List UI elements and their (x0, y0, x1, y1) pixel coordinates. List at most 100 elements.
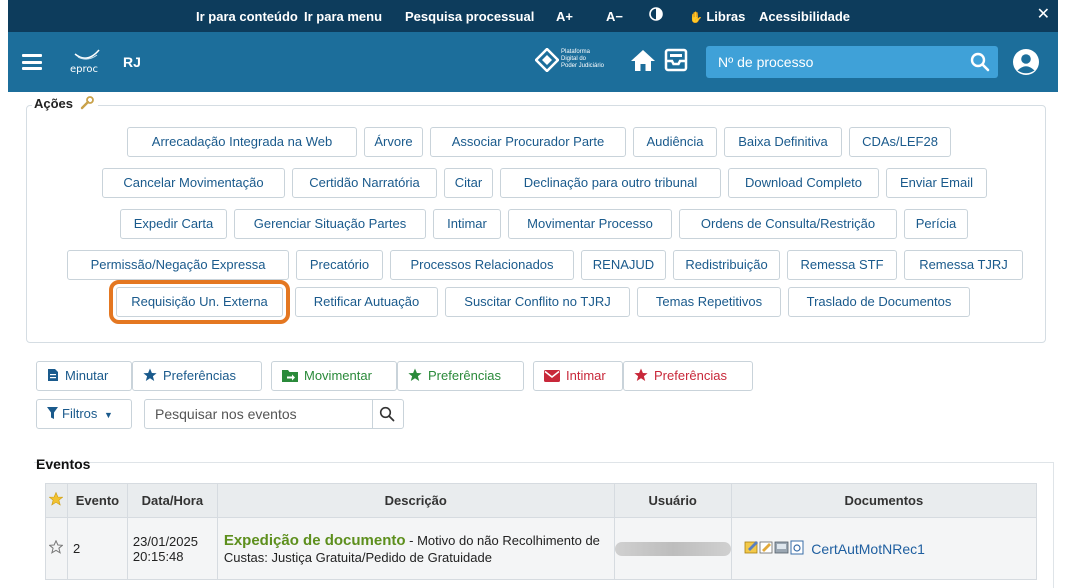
evento-time: 20:15:48 (132, 548, 184, 564)
action-traslado-documentos[interactable]: Traslado de Documentos (788, 287, 970, 317)
eventos-table: Evento Data/Hora Descrição Usuário Docum… (45, 483, 1038, 580)
preferencias-label-2: Preferências (428, 368, 501, 383)
minutar-preferencias-button[interactable]: Preferências (132, 361, 262, 391)
action-citar[interactable]: Citar (444, 168, 493, 198)
column-header-evento[interactable]: Evento (66, 483, 128, 518)
filter-icon (47, 406, 62, 421)
column-header-usuario[interactable]: Usuário (613, 483, 732, 518)
column-header-data-hora[interactable]: Data/Hora (126, 483, 218, 518)
hand-icon: ✋ (689, 12, 703, 24)
column-header-descricao[interactable]: Descrição (216, 483, 615, 518)
evento-description: Expedição de documento - Motivo do não R… (216, 517, 615, 580)
action-renajud[interactable]: RENAJUD (581, 250, 666, 280)
acoes-legend: Ações (32, 96, 98, 113)
pdpj-logo[interactable]: Plataforma Digital do Poder Judiciário (535, 44, 615, 80)
intimar-button[interactable]: Intimar (533, 361, 623, 391)
font-decrease-button[interactable]: A− (606, 9, 623, 24)
action-permissao-negacao[interactable]: Permissão/Negação Expressa (67, 250, 289, 280)
evento-date: 23/01/2025 (132, 533, 198, 549)
star-column-header[interactable] (45, 483, 68, 518)
accessibility-bar: Ir para conteúdo Ir para menu Pesquisa p… (8, 0, 1058, 32)
user-avatar-icon[interactable] (1012, 48, 1040, 76)
action-cdas-lef28[interactable]: CDAs/LEF28 (849, 127, 951, 157)
star-icon (49, 491, 64, 506)
document-icon (47, 364, 59, 392)
action-intimar[interactable]: Intimar (433, 209, 501, 239)
action-remessa-tjrj[interactable]: Remessa TJRJ (904, 250, 1023, 280)
eproc-window: Ir para conteúdo Ir para menu Pesquisa p… (8, 0, 1058, 588)
state-label: RJ (123, 54, 141, 70)
link-acessibilidade[interactable]: Acessibilidade (759, 9, 850, 24)
action-processos-relacionados[interactable]: Processos Relacionados (390, 250, 574, 280)
menu-icon[interactable] (22, 54, 42, 70)
action-suscitar-conflito[interactable]: Suscitar Conflito no TJRJ (445, 287, 630, 317)
evento-documents: CertAutMotNRec1 (730, 517, 1038, 580)
envelope-icon (544, 364, 560, 392)
evento-user (613, 517, 732, 580)
event-search-box (144, 399, 404, 429)
libras-label: Libras (706, 9, 746, 24)
home-icon[interactable] (630, 48, 658, 74)
action-certidao-narratoria[interactable]: Certidão Narratória (292, 168, 437, 198)
inbox-icon[interactable] (664, 48, 690, 74)
preferencias-label-1: Preferências (163, 368, 236, 383)
eproc-logo[interactable]: eproc (66, 46, 106, 80)
redacted-user (614, 541, 731, 556)
action-download-completo[interactable]: Download Completo (728, 168, 879, 198)
eventos-title: Eventos (36, 456, 91, 472)
pdpj-line-2: Digital do (561, 56, 587, 62)
link-ir-para-conteudo[interactable]: Ir para conteúdo (196, 9, 298, 24)
action-baixa-definitiva[interactable]: Baixa Definitiva (724, 127, 842, 157)
close-icon[interactable]: ✕ (1037, 4, 1050, 24)
action-precatorio[interactable]: Precatório (296, 250, 383, 280)
process-number-input[interactable] (706, 46, 966, 78)
star-icon (143, 364, 157, 392)
evento-title: Expedição de documento (223, 531, 406, 549)
search-icon[interactable] (379, 406, 395, 422)
column-header-documentos[interactable]: Documentos (730, 483, 1038, 518)
action-enviar-email[interactable]: Enviar Email (886, 168, 987, 198)
minutar-label: Minutar (65, 368, 109, 383)
action-expedir-carta[interactable]: Expedir Carta (120, 209, 227, 239)
action-pericia[interactable]: Perícia (904, 209, 968, 239)
folder-move-icon (282, 364, 298, 392)
intimar-preferencias-button[interactable]: Preferências (623, 361, 753, 391)
action-declinacao[interactable]: Declinação para outro tribunal (500, 168, 721, 198)
evento-number: 2 (66, 517, 128, 580)
contrast-icon[interactable] (649, 7, 663, 24)
libras-link[interactable]: ✋ Libras (689, 9, 745, 24)
action-temas-repetitivos[interactable]: Temas Repetitivos (637, 287, 781, 317)
search-icon[interactable] (970, 52, 990, 72)
favorite-cell[interactable] (45, 517, 68, 580)
link-ir-para-menu[interactable]: Ir para menu (304, 9, 382, 24)
movimentar-preferencias-button[interactable]: Preferências (397, 361, 524, 391)
action-requisicao-un-externa[interactable]: Requisição Un. Externa (109, 280, 290, 324)
action-associar-procurador[interactable]: Associar Procurador Parte (430, 127, 626, 157)
action-remessa-stf[interactable]: Remessa STF (787, 250, 897, 280)
minutar-button[interactable]: Minutar (36, 361, 132, 391)
caret-down-icon: ▼ (104, 410, 113, 420)
action-gerenciar-situacao[interactable]: Gerenciar Situação Partes (234, 209, 426, 239)
table-row: 2 23/01/2025 20:15:48 Expedição de docum… (45, 517, 1038, 580)
action-audiencia[interactable]: Audiência (633, 127, 717, 157)
action-movimentar-processo[interactable]: Movimentar Processo (508, 209, 672, 239)
action-redistribuicao[interactable]: Redistribuição (673, 250, 780, 280)
movimentar-label: Movimentar (304, 368, 372, 383)
action-arrecadacao[interactable]: Arrecadação Integrada na Web (127, 127, 357, 157)
filtros-label: Filtros (62, 406, 98, 421)
evento-datetime: 23/01/2025 20:15:48 (126, 517, 218, 580)
action-ordens-consulta[interactable]: Ordens de Consulta/Restrição (679, 209, 897, 239)
star-outline-icon (48, 539, 65, 554)
event-search-input[interactable] (145, 400, 373, 428)
wrench-icon[interactable] (80, 96, 94, 113)
action-retificar-autuacao[interactable]: Retificar Autuação (295, 287, 438, 317)
movimentar-button[interactable]: Movimentar (271, 361, 397, 391)
action-cancelar-movimentacao[interactable]: Cancelar Movimentação (102, 168, 285, 198)
filtros-dropdown[interactable]: Filtros ▼ (36, 399, 132, 429)
action-arvore[interactable]: Árvore (364, 127, 423, 157)
link-pesquisa-processual[interactable]: Pesquisa processual (405, 9, 534, 24)
app-header: eproc RJ Plataforma Digital do Poder Jud… (8, 32, 1058, 92)
font-increase-button[interactable]: A+ (556, 9, 573, 24)
star-icon (408, 364, 422, 392)
document-link[interactable]: CertAutMotNRec1 (811, 541, 925, 557)
